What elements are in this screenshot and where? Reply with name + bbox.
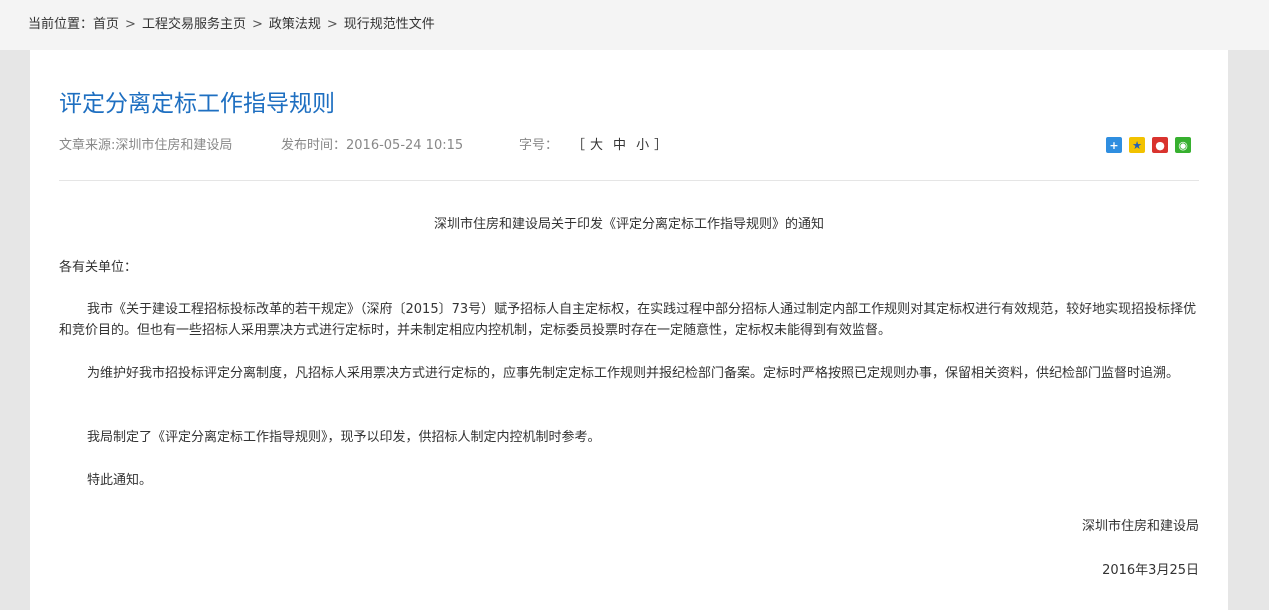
top-bar: 当前位置：首页 > 工程交易服务主页 > 政策法规 > 现行规范性文件 xyxy=(0,0,1269,50)
signature-date: 2016年3月25日 xyxy=(1102,563,1199,578)
article-source: 文章来源:深圳市住房和建设局 xyxy=(59,138,233,153)
divider xyxy=(59,180,1199,181)
paragraph-3: 我局制定了《评定分离定标工作指导规则》，现予以印发，供招标人制定内控机制时参考。 xyxy=(87,430,601,445)
article-publish-time: 发布时间：2016-05-24 10:15 xyxy=(281,138,464,153)
font-size-label: 字号： xyxy=(519,138,559,153)
wechat-icon[interactable]: ◉ xyxy=(1175,137,1191,153)
font-size-small-button[interactable]: 小 xyxy=(636,138,649,153)
article-container: 评定分离定标工作指导规则 文章来源:深圳市住房和建设局 发布时间：2016-05… xyxy=(30,50,1228,610)
font-size-large-button[interactable]: 大 xyxy=(590,138,603,153)
paragraph-4: 特此通知。 xyxy=(87,473,153,488)
breadcrumb-current-docs-link[interactable]: 现行规范性文件 xyxy=(344,17,435,32)
breadcrumb-prefix: 当前位置： xyxy=(28,17,94,32)
font-size-medium-button[interactable]: 中 xyxy=(613,138,626,153)
article-title: 评定分离定标工作指导规则 xyxy=(59,91,335,117)
breadcrumb-policy-link[interactable]: 政策法规 xyxy=(269,17,321,32)
font-size-bracket-open: ［ xyxy=(572,138,586,153)
paragraph-2: 为维护好我市招投标评定分离制度，凡招标人采用票决方式进行定标的，应事先制定定标工… xyxy=(87,366,1180,381)
breadcrumb-home-link[interactable]: 首页 xyxy=(93,17,119,32)
breadcrumb: 当前位置：首页 > 工程交易服务主页 > 政策法规 > 现行规范性文件 xyxy=(28,13,435,32)
weibo-icon[interactable]: ● xyxy=(1152,137,1168,153)
share-plus-icon[interactable]: + xyxy=(1106,137,1122,153)
qzone-icon[interactable]: ★ xyxy=(1129,137,1145,153)
breadcrumb-separator: > xyxy=(251,17,263,32)
share-toolbar: + ★ ● ◉ xyxy=(1106,137,1191,153)
paragraph-1: 我市《关于建设工程招标投标改革的若干规定》（深府〔2015〕73号）赋予招标人自… xyxy=(59,302,1197,338)
font-size-control: 字号： ［ 大中小 ］ xyxy=(519,134,667,153)
salutation: 各有关单位： xyxy=(59,260,138,275)
breadcrumb-separator: > xyxy=(326,17,338,32)
notice-title: 深圳市住房和建设局关于印发《评定分离定标工作指导规则》的通知 xyxy=(433,217,824,232)
breadcrumb-separator: > xyxy=(125,17,136,32)
signature: 深圳市住房和建设局 xyxy=(1081,519,1199,534)
font-size-bracket-close: ］ xyxy=(654,138,668,153)
breadcrumb-trading-link[interactable]: 工程交易服务主页 xyxy=(142,17,246,32)
